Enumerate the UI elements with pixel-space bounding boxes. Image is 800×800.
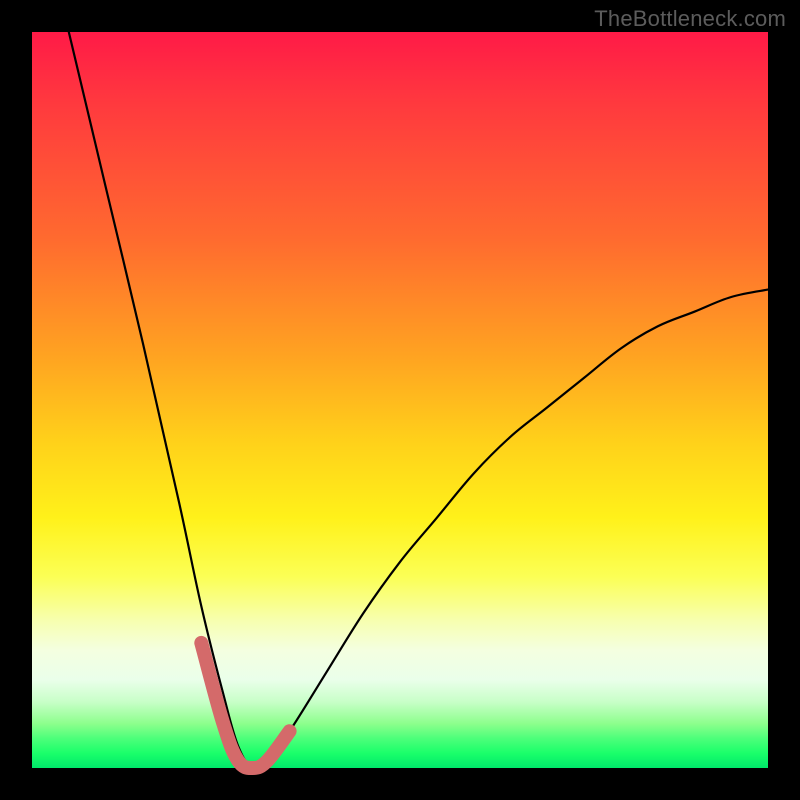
plot-background-gradient	[32, 32, 768, 768]
chart-frame: TheBottleneck.com	[0, 0, 800, 800]
attribution-watermark: TheBottleneck.com	[594, 6, 786, 32]
